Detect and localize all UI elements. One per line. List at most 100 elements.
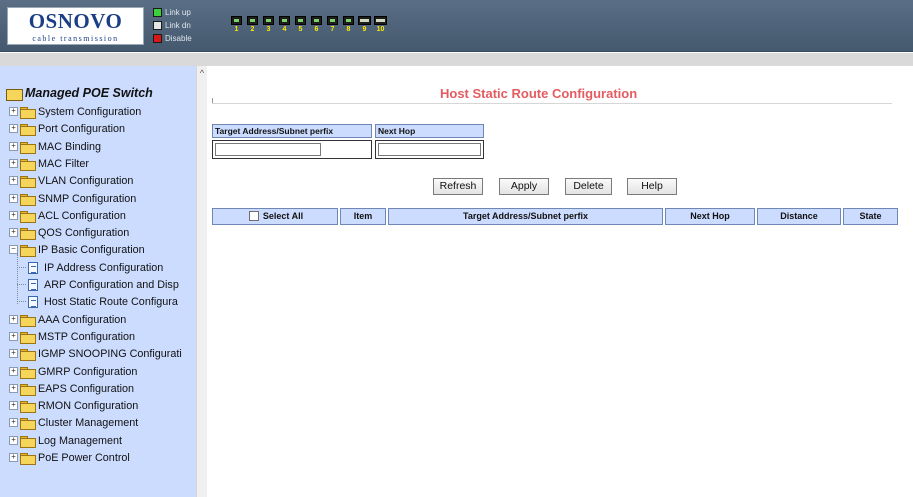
sidebar-item-snmp-configuration[interactable]: + SNMP Configuration <box>9 191 136 206</box>
port-number: 9 <box>362 26 367 33</box>
sidebar-item-vlan-configuration[interactable]: + VLAN Configuration <box>9 173 133 188</box>
expand-plus-icon[interactable]: + <box>9 401 18 410</box>
sidebar-item-system-configuration[interactable]: + System Configuration <box>9 104 141 119</box>
sidebar-item-label: GMRP Configuration <box>38 365 138 378</box>
sidebar-item-label: VLAN Configuration <box>38 174 134 187</box>
expand-plus-icon[interactable]: + <box>9 124 18 133</box>
document-icon <box>28 295 38 308</box>
expand-plus-icon[interactable]: + <box>9 228 18 237</box>
page-title: Host Static Route Configuration <box>440 86 638 101</box>
folder-icon <box>20 175 36 188</box>
ethernet-port-icon <box>327 16 338 25</box>
sidebar-subitem-host-static-route-configura[interactable]: Host Static Route Configura <box>17 294 178 309</box>
expand-plus-icon[interactable]: + <box>9 349 18 358</box>
folder-icon <box>20 314 36 327</box>
scroll-up-arrow-icon[interactable]: ^ <box>197 68 207 78</box>
ethernet-port-icon <box>247 16 258 25</box>
port-legend: Link up Link dn Disable <box>153 6 192 45</box>
select-all-header[interactable]: Select All <box>212 208 338 225</box>
sidebar-item-eaps-configuration[interactable]: + EAPS Configuration <box>9 381 134 396</box>
sidebar-item-mac-binding[interactable]: + MAC Binding <box>9 139 101 154</box>
next-hop-input[interactable] <box>378 143 481 156</box>
expand-plus-icon[interactable]: + <box>9 453 18 462</box>
port-7[interactable]: 7 <box>325 16 340 34</box>
sidebar-item-acl-configuration[interactable]: + ACL Configuration <box>9 208 126 223</box>
expand-plus-icon[interactable]: + <box>9 142 18 151</box>
folder-icon <box>20 366 36 379</box>
port-5[interactable]: 5 <box>293 16 308 34</box>
port-2[interactable]: 2 <box>245 16 260 34</box>
folder-icon <box>20 106 36 119</box>
port-4[interactable]: 4 <box>277 16 292 34</box>
sidebar-item-mstp-configuration[interactable]: + MSTP Configuration <box>9 329 135 344</box>
expand-plus-icon[interactable]: + <box>9 384 18 393</box>
expand-plus-icon[interactable]: + <box>9 176 18 185</box>
port-number: 5 <box>298 26 303 33</box>
sidebar-item-label: MSTP Configuration <box>38 330 136 343</box>
help-button[interactable]: Help <box>627 178 677 195</box>
folder-icon <box>20 141 36 154</box>
next-hop-header: Next Hop <box>665 208 755 225</box>
port-number: 3 <box>266 26 271 33</box>
tree-connector <box>17 267 26 268</box>
refresh-button[interactable]: Refresh <box>433 178 483 195</box>
legend-disable: Disable <box>153 32 192 45</box>
sidebar-item-aaa-configuration[interactable]: + AAA Configuration <box>9 312 126 327</box>
folder-icon <box>20 123 36 136</box>
sidebar-item-port-configuration[interactable]: + Port Configuration <box>9 121 125 136</box>
expand-plus-icon[interactable]: + <box>9 211 18 220</box>
port-panel: 1 2 3 4 5 6 7 8 9 10 <box>229 16 389 34</box>
expand-plus-icon[interactable]: + <box>9 418 18 427</box>
sidebar-scrollbar[interactable] <box>196 66 207 497</box>
link-up-icon <box>153 8 162 17</box>
expand-plus-icon[interactable]: + <box>9 315 18 324</box>
select-all-checkbox[interactable] <box>249 211 259 221</box>
sidebar-item-gmrp-configuration[interactable]: + GMRP Configuration <box>9 364 137 379</box>
folder-icon <box>20 210 36 223</box>
tree-root[interactable]: Managed POE Switch <box>6 86 153 101</box>
sidebar-item-rmon-configuration[interactable]: + RMON Configuration <box>9 398 138 413</box>
expand-plus-icon[interactable]: + <box>9 332 18 341</box>
sidebar-item-poe-power-control[interactable]: + PoE Power Control <box>9 450 130 465</box>
expand-plus-icon[interactable]: + <box>9 436 18 445</box>
folder-icon <box>20 452 36 465</box>
expand-plus-icon[interactable]: + <box>9 159 18 168</box>
sidebar-subitem-label: Host Static Route Configura <box>44 295 178 308</box>
port-6[interactable]: 6 <box>309 16 324 34</box>
sidebar-item-label: MAC Binding <box>38 140 102 153</box>
sidebar-item-igmp-snooping-configurati[interactable]: + IGMP SNOOPING Configurati <box>9 346 182 361</box>
sidebar-item-cluster-management[interactable]: + Cluster Management <box>9 415 138 430</box>
distance-header: Distance <box>757 208 841 225</box>
ethernet-port-icon <box>279 16 290 25</box>
expand-plus-icon[interactable]: + <box>9 194 18 203</box>
expand-plus-icon[interactable]: + <box>9 107 18 116</box>
sidebar-subitem-arp-configuration-and-disp[interactable]: ARP Configuration and Disp <box>17 277 179 292</box>
logo-subtitle: cable transmission <box>32 34 119 43</box>
port-1[interactable]: 1 <box>229 16 244 34</box>
port-number: 8 <box>346 26 351 33</box>
port-8[interactable]: 8 <box>341 16 356 34</box>
port-9[interactable]: 9 <box>357 16 372 34</box>
app-root: OSNOVO cable transmission Link up Link d… <box>0 0 913 497</box>
delete-button[interactable]: Delete <box>565 178 612 195</box>
port-10[interactable]: 10 <box>373 16 388 34</box>
document-icon <box>28 278 38 291</box>
port-number: 6 <box>314 26 319 33</box>
sidebar-item-mac-filter[interactable]: + MAC Filter <box>9 156 89 171</box>
expand-plus-icon[interactable]: + <box>9 367 18 376</box>
legend-link-down: Link dn <box>153 19 192 32</box>
port-number: 1 <box>234 26 239 33</box>
sidebar-subitem-ip-address-configuration[interactable]: IP Address Configuration <box>17 260 163 275</box>
sidebar-item-qos-configuration[interactable]: + QOS Configuration <box>9 225 129 240</box>
sidebar-item-label: IGMP SNOOPING Configurati <box>38 347 182 360</box>
sidebar-item-ip-basic-configuration[interactable]: − IP Basic Configuration <box>9 242 145 257</box>
sidebar-item-log-management[interactable]: + Log Management <box>9 433 122 448</box>
port-3[interactable]: 3 <box>261 16 276 34</box>
apply-button[interactable]: Apply <box>499 178 549 195</box>
folder-icon <box>20 417 36 430</box>
target-address-input[interactable] <box>215 143 321 156</box>
folder-open-icon <box>6 88 23 101</box>
collapse-minus-icon[interactable]: − <box>9 245 18 254</box>
tree-connector-line <box>17 254 18 304</box>
item-header: Item <box>340 208 386 225</box>
